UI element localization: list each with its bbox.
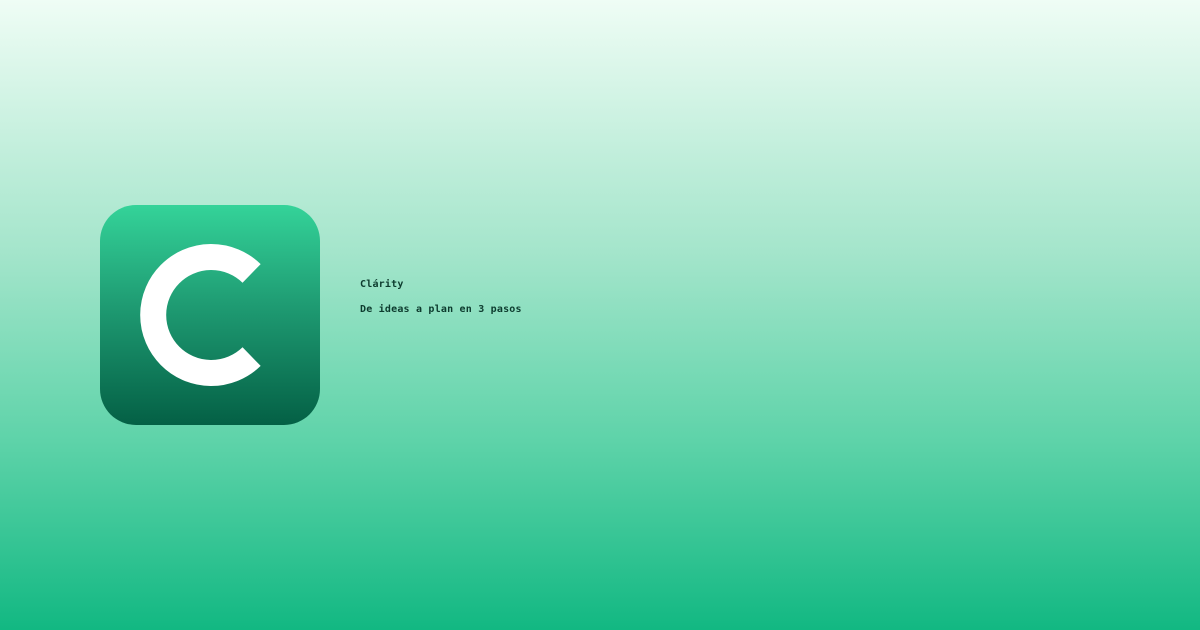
tagline: De ideas a plan en 3 pasos: [360, 304, 522, 315]
brand-text: Clárity De ideas a plan en 3 pasos: [360, 278, 522, 317]
page: { "brand": { "app_name": "Clárity", "tag…: [0, 0, 1200, 630]
letter-c-icon: [140, 244, 261, 386]
app-logo: [100, 205, 320, 425]
app-name: Clárity: [360, 279, 404, 290]
